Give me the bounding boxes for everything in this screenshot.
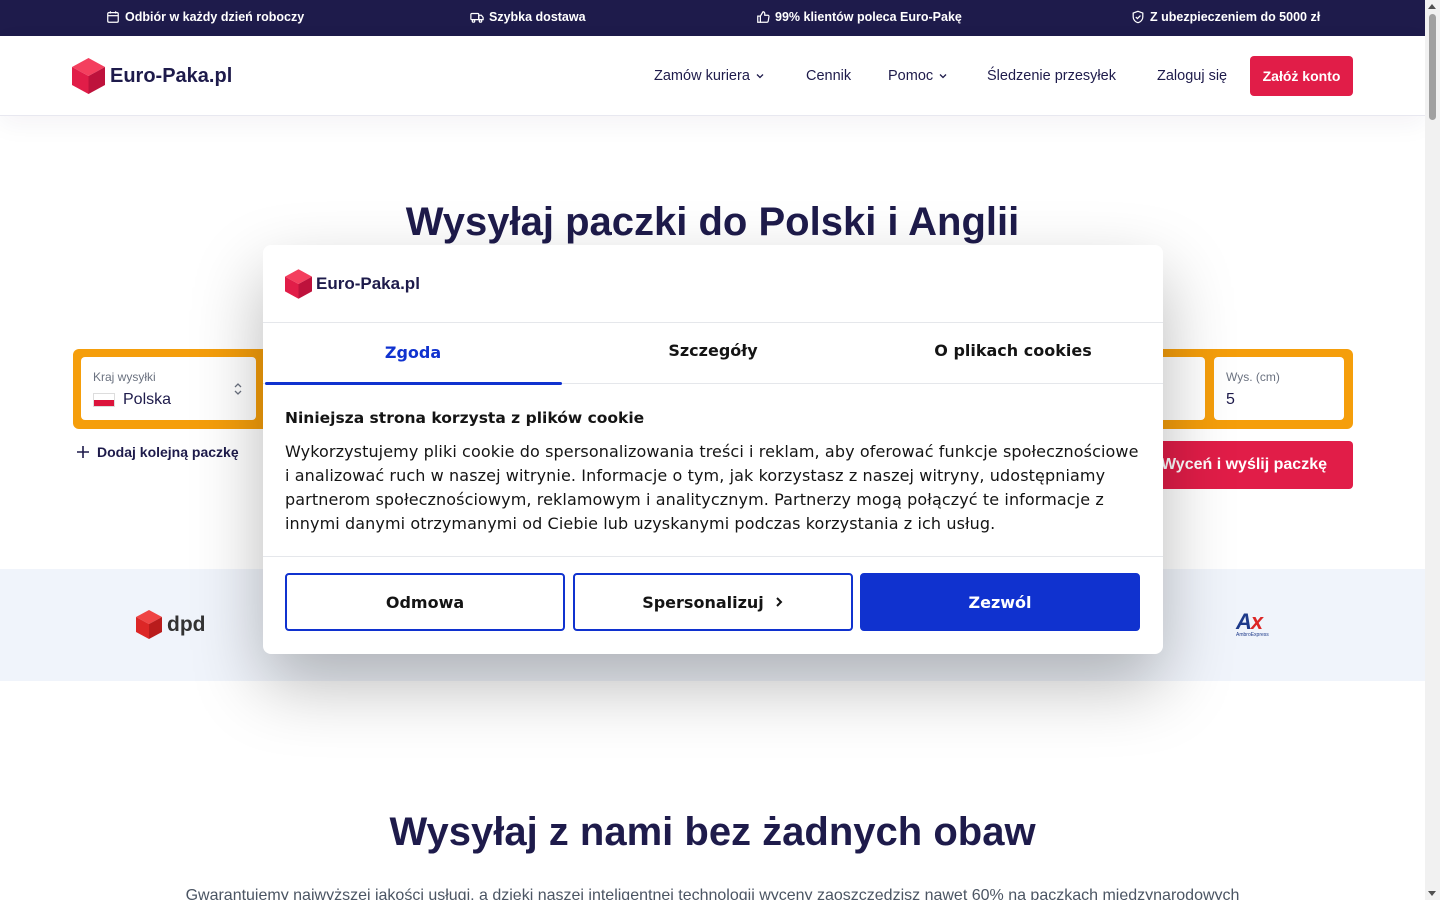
active-tab-indicator bbox=[265, 382, 562, 385]
page-scrollbar[interactable] bbox=[1425, 0, 1440, 900]
dialog-body-text: Wykorzystujemy pliki cookie do spersonal… bbox=[285, 442, 1139, 533]
dialog-footer: Odmowa Spersonalizuj Zezwól bbox=[263, 556, 1163, 654]
scroll-up-arrow-icon[interactable] bbox=[1428, 4, 1436, 9]
deny-button[interactable]: Odmowa bbox=[285, 573, 565, 631]
tab-details[interactable]: Szczegóły bbox=[563, 323, 863, 384]
cube-logo-icon bbox=[285, 269, 312, 299]
modal-overlay: Euro-Paka.pl Zgoda Szczegóły O plikach c… bbox=[0, 0, 1425, 900]
tab-label: Zgoda bbox=[384, 343, 442, 362]
dialog-tabs: Zgoda Szczegóły O plikach cookies bbox=[263, 322, 1163, 385]
cookie-consent-dialog: Euro-Paka.pl Zgoda Szczegóły O plikach c… bbox=[263, 245, 1163, 654]
chevron-right-icon bbox=[776, 597, 783, 607]
tab-consent[interactable]: Zgoda bbox=[263, 323, 563, 385]
tab-about-cookies[interactable]: O plikach cookies bbox=[863, 323, 1163, 384]
button-label: Odmowa bbox=[385, 592, 465, 612]
tab-label: O plikach cookies bbox=[934, 341, 1092, 360]
scroll-down-arrow-icon[interactable] bbox=[1428, 891, 1436, 896]
dialog-logo-text: Euro-Paka.pl bbox=[316, 274, 420, 293]
dialog-heading: Niniejsza strona korzysta z plików cooki… bbox=[285, 409, 645, 427]
button-label: Zezwól bbox=[968, 592, 1032, 612]
tab-label: Szczegóły bbox=[668, 341, 758, 360]
customize-button[interactable]: Spersonalizuj bbox=[573, 573, 853, 631]
allow-button[interactable]: Zezwól bbox=[860, 573, 1140, 631]
scrollbar-thumb[interactable] bbox=[1429, 14, 1436, 120]
button-label: Spersonalizuj bbox=[642, 592, 764, 612]
dialog-logo: Euro-Paka.pl bbox=[285, 269, 420, 299]
